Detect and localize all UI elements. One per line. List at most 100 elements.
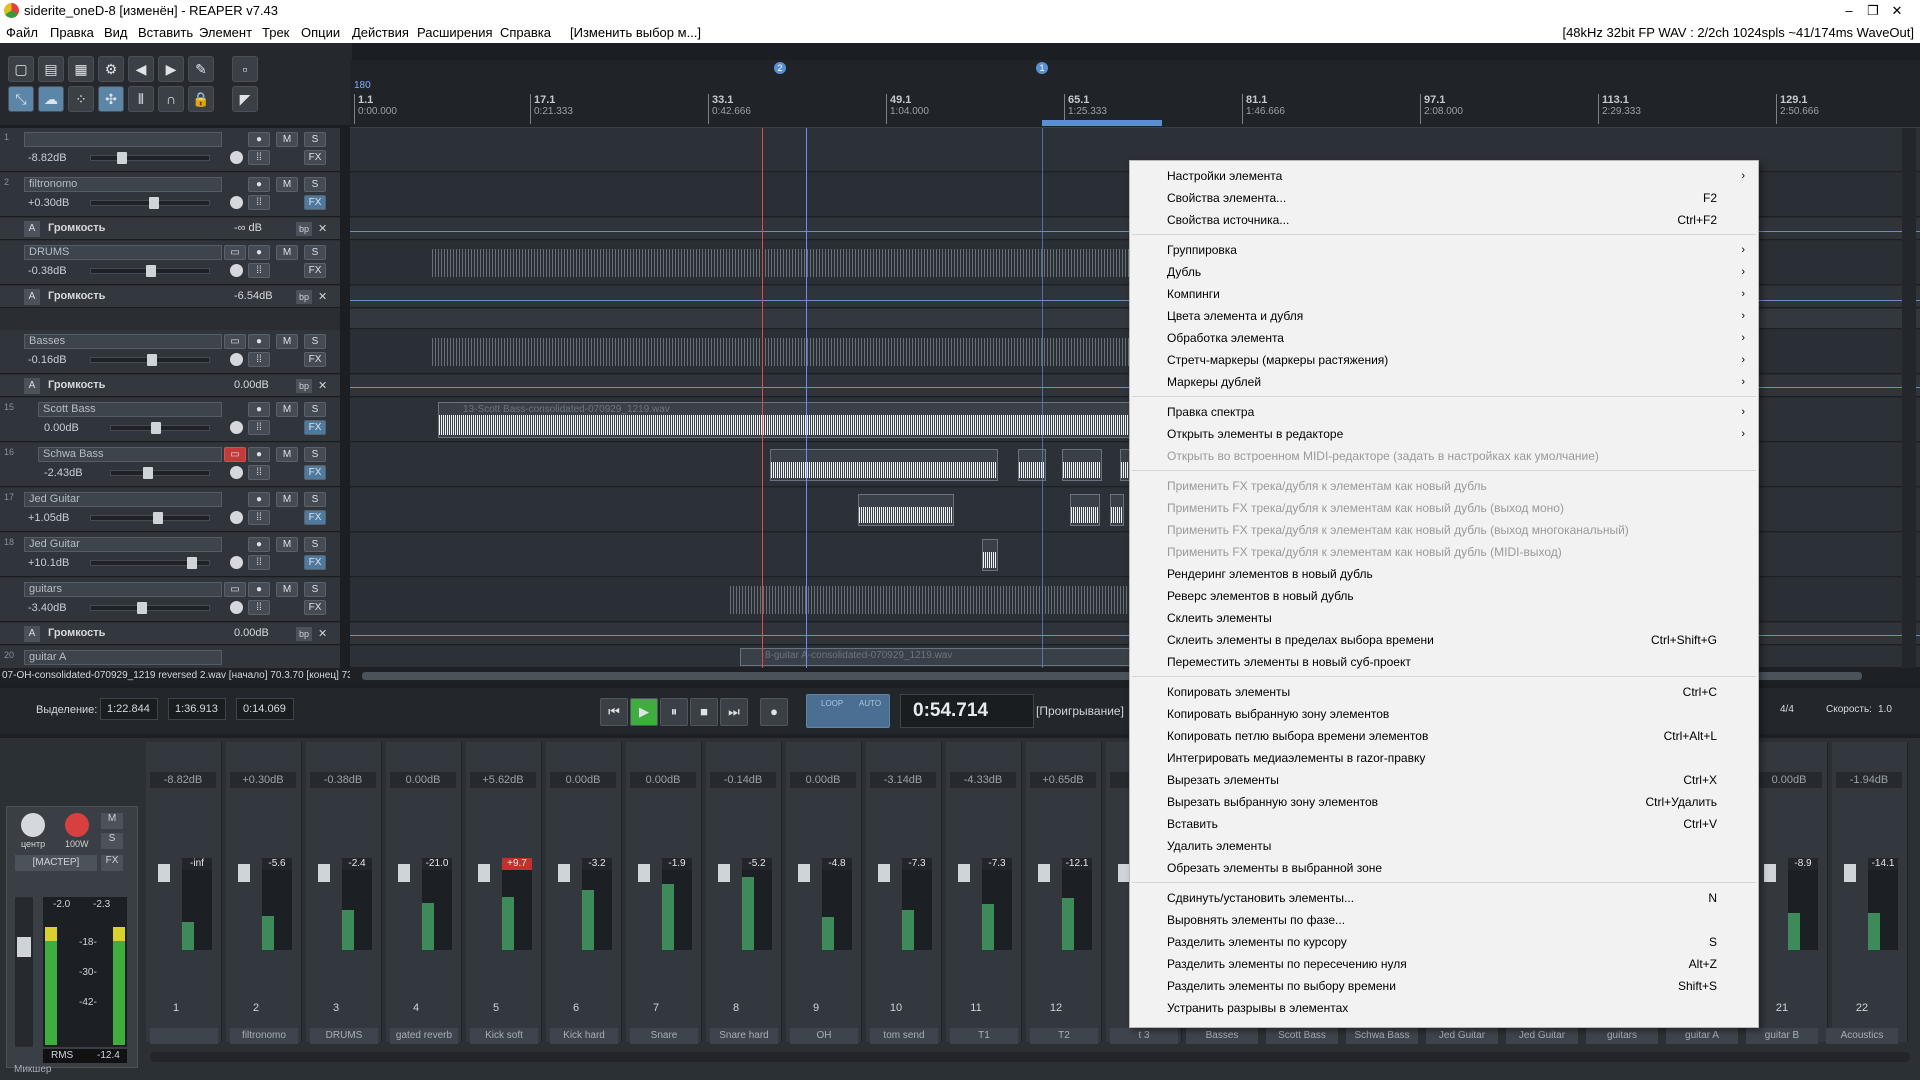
media-item[interactable] <box>1070 494 1100 526</box>
context-menu-item[interactable]: Выровнять элементы по фазе... <box>1167 909 1747 931</box>
go-to-end-icon[interactable]: ⏭ <box>720 698 748 726</box>
strip-fader[interactable] <box>718 864 730 882</box>
context-menu-item[interactable]: Правка спектра › <box>1167 401 1747 423</box>
envelope-bypass-button[interactable]: bp <box>296 222 312 236</box>
edit-cursor[interactable] <box>762 128 763 668</box>
record-icon[interactable]: ● <box>760 698 788 726</box>
folder-icon[interactable]: ▭ <box>224 245 246 260</box>
context-menu-item[interactable]: Обрезать элементы в выбранной зоне <box>1167 857 1747 879</box>
volume-fader[interactable] <box>110 467 210 479</box>
track-15[interactable]: 15 Scott Bass 0.00dB ● M S ⁞⁞ FX <box>0 398 340 442</box>
track-name[interactable]: Basses <box>24 334 222 349</box>
context-menu-item[interactable]: Рендеринг элементов в новый дубль <box>1167 563 1747 585</box>
track-drums[interactable]: DRUMS -0.38dB ▭ ● M S ⁞⁞ FX <box>0 241 340 285</box>
strip-fader[interactable] <box>238 864 250 882</box>
strip-fader[interactable] <box>958 864 970 882</box>
ripple-edit-icon[interactable]: ☁ <box>38 86 64 112</box>
solo-button[interactable]: S <box>304 447 326 462</box>
mixer-scrollbar[interactable] <box>150 1052 1910 1062</box>
routing-button[interactable]: ⁞⁞ <box>248 195 270 210</box>
context-menu-item[interactable]: Компинги › <box>1167 283 1747 305</box>
playrate-value[interactable]: 1.0 <box>1878 704 1892 715</box>
record-arm-button[interactable]: ● <box>248 132 270 147</box>
tempo-marker[interactable]: 180 <box>354 80 371 91</box>
media-item[interactable] <box>1062 449 1102 481</box>
context-menu-item[interactable]: Удалить элементы <box>1167 835 1747 857</box>
strip-fader[interactable] <box>638 864 650 882</box>
strip-fader[interactable] <box>158 864 170 882</box>
strip-fader[interactable] <box>878 864 890 882</box>
track-name[interactable]: Scott Bass <box>38 402 222 417</box>
envelope-arm-button[interactable]: A <box>24 289 40 305</box>
pan-knob[interactable] <box>230 264 243 277</box>
record-input-icon[interactable]: ▭ <box>224 447 246 462</box>
fx-button[interactable]: FX <box>304 600 326 615</box>
envelope-close-icon[interactable]: ✕ <box>318 379 327 392</box>
master-solo-button[interactable]: S <box>101 833 123 849</box>
track-name[interactable]: Jed Guitar <box>24 537 222 552</box>
strip-fader[interactable] <box>318 864 330 882</box>
solo-button[interactable]: S <box>304 245 326 260</box>
strip-name[interactable]: t 3 <box>1110 1028 1178 1044</box>
context-menu-item[interactable]: Стретч-маркеры (маркеры растяжения) › <box>1167 349 1747 371</box>
track-17[interactable]: 17 Jed Guitar +1.05dB ● M S ⁞⁞ FX <box>0 488 340 532</box>
volume-envelope-lane[interactable]: A Громкость -∞ dB bp ✕ <box>0 218 340 240</box>
envelope-close-icon[interactable]: ✕ <box>318 290 327 303</box>
mute-button[interactable]: M <box>276 582 298 597</box>
mute-button[interactable]: M <box>276 334 298 349</box>
context-menu-item[interactable]: Вырезать элементы Ctrl+X <box>1167 769 1747 791</box>
volume-envelope-lane[interactable]: A Громкость 0.00dB bp ✕ <box>0 623 340 645</box>
routing-button[interactable]: ⁞⁞ <box>248 600 270 615</box>
grid-icon[interactable]: ⁘ <box>68 86 94 112</box>
context-menu-item[interactable]: Сдвинуть/установить элементы... N <box>1167 887 1747 909</box>
solo-button[interactable]: S <box>304 492 326 507</box>
volume-envelope-lane[interactable]: A Громкость 0.00dB bp ✕ <box>0 375 340 397</box>
strip-name[interactable]: Kick soft <box>470 1028 538 1044</box>
pan-knob[interactable] <box>230 556 243 569</box>
volume-fader[interactable] <box>90 512 210 524</box>
vertical-scrollbar[interactable] <box>1902 128 1916 668</box>
record-arm-button[interactable]: ● <box>248 402 270 417</box>
fx-button[interactable]: FX <box>304 510 326 525</box>
context-menu-item[interactable]: Переместить элементы в новый суб-проект <box>1167 651 1747 673</box>
region-marker[interactable]: 1 <box>1036 62 1048 74</box>
envelope-lock-icon[interactable]: ⦀ <box>128 86 154 112</box>
routing-button[interactable]: ⁞⁞ <box>248 150 270 165</box>
menu-change-selection[interactable]: [Изменить выбор м...] <box>570 25 701 40</box>
loop-icon[interactable]: ∩ <box>158 86 184 112</box>
region-marker[interactable]: 2 <box>774 62 786 74</box>
pan-knob[interactable] <box>230 196 243 209</box>
record-arm-button[interactable]: ● <box>248 177 270 192</box>
solo-button[interactable]: S <box>304 402 326 417</box>
context-menu-item[interactable]: Обработка элемента › <box>1167 327 1747 349</box>
envelope-bypass-button[interactable]: bp <box>296 290 312 304</box>
context-menu-item[interactable]: Разделить элементы по выбору времени Shif… <box>1167 975 1747 997</box>
mute-button[interactable]: M <box>276 177 298 192</box>
new-project-icon[interactable]: ▢ <box>8 56 34 82</box>
context-menu-item[interactable]: Склеить элементы <box>1167 607 1747 629</box>
track-name[interactable]: filtronomo <box>24 177 222 192</box>
selection-start-field[interactable]: 1:22.844 <box>100 698 158 720</box>
track-16[interactable]: 16 Schwa Bass -2.43dB ▭ ● M S ⁞⁞ FX <box>0 443 340 487</box>
strip-name[interactable]: tom send <box>870 1028 938 1044</box>
fx-button[interactable]: FX <box>304 263 326 278</box>
render-icon[interactable]: ✎ <box>188 56 214 82</box>
redo-icon[interactable]: ▶ <box>158 56 184 82</box>
strip-name[interactable]: OH <box>790 1028 858 1044</box>
context-menu-item[interactable]: Реверс элементов в новый дубль <box>1167 585 1747 607</box>
metronome-icon[interactable]: ▫ <box>232 56 258 82</box>
fx-button[interactable]: FX <box>304 420 326 435</box>
master-fader[interactable] <box>15 897 33 1047</box>
lock-icon[interactable]: 🔒 <box>188 86 214 112</box>
record-arm-button[interactable]: ● <box>248 582 270 597</box>
context-menu-item[interactable]: Копировать элементы Ctrl+C <box>1167 681 1747 703</box>
context-menu-item[interactable]: Устранить разрывы в элементах <box>1167 997 1747 1019</box>
media-item[interactable] <box>770 449 998 481</box>
fx-button[interactable]: FX <box>304 352 326 367</box>
solo-button[interactable]: S <box>304 334 326 349</box>
record-arm-button[interactable]: ● <box>248 245 270 260</box>
context-menu-item[interactable]: Разделить элементы по курсору S <box>1167 931 1747 953</box>
strip-name[interactable]: gated reverb <box>390 1028 458 1044</box>
master-pan-knob[interactable] <box>21 813 45 837</box>
volume-fader[interactable] <box>90 265 210 277</box>
